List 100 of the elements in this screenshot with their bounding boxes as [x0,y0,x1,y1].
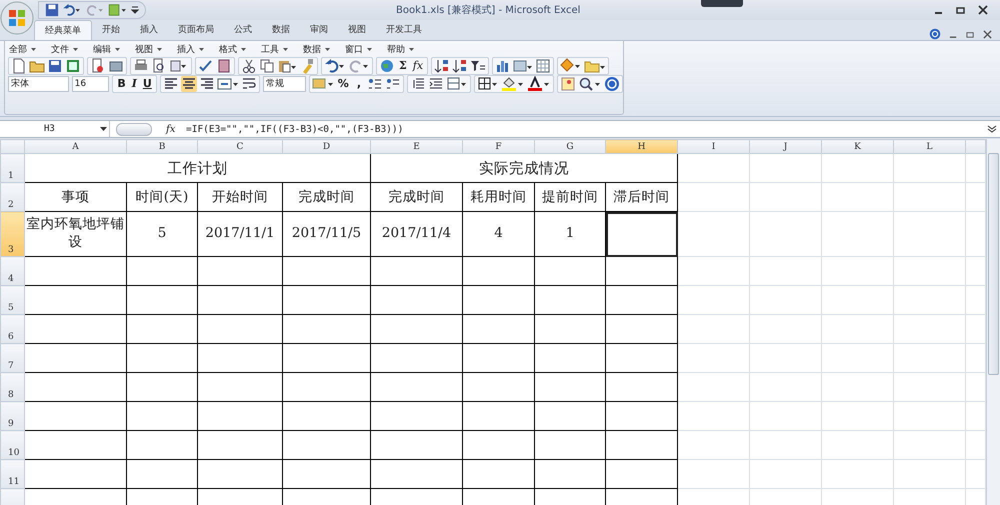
save-icon[interactable] [45,3,59,17]
close-icon[interactable] [983,30,992,38]
filter-icon[interactable] [470,58,486,74]
borders-icon[interactable] [477,76,499,92]
print-document-icon[interactable] [90,58,106,74]
column-header[interactable]: B [126,140,198,154]
new-document-icon[interactable] [11,58,27,74]
table-cell[interactable]: 开始时间 [198,182,282,212]
align-icon[interactable] [198,76,215,92]
table-cell[interactable]: 5 [126,212,198,256]
column-header[interactable]: C [198,140,282,154]
caret-icon[interactable] [73,48,78,50]
spell-check-icon[interactable] [198,58,214,74]
grid-icon[interactable] [535,58,552,74]
table-cell[interactable]: 提前时间 [534,182,606,212]
row-header[interactable]: 5 [0,286,24,314]
copy-icon[interactable] [259,58,275,74]
row-header[interactable]: 4 [0,256,24,286]
row-header[interactable]: 3 [0,212,24,256]
sort-ascending-icon[interactable] [434,58,450,74]
paste-icon[interactable] [277,58,297,74]
insert-function-button[interactable]: fx [410,59,426,73]
ribbon-tab[interactable]: 页面布局 [168,20,224,40]
restore-icon[interactable] [966,30,975,38]
picture-icon[interactable] [560,76,576,92]
table-cell[interactable]: 滞后时间 [606,182,678,212]
formula-field[interactable]: =IF(E3="","",IF((F3-B3)<0,"",(F3-B3))) [186,124,404,134]
caret-icon[interactable] [409,48,414,50]
active-cell[interactable] [606,212,678,256]
caret-icon[interactable] [157,48,162,50]
font-style-button[interactable]: I [130,77,139,91]
restore-icon[interactable] [956,5,966,15]
table-cell[interactable]: 2017/11/4 [370,212,462,256]
menu-item[interactable]: 文件 [51,42,69,56]
column-header[interactable]: J [750,140,822,154]
row-header[interactable]: 7 [0,344,24,372]
menu-item[interactable]: 工具 [261,42,279,56]
column-header[interactable]: G [534,140,606,154]
formula-bar-handle[interactable] [116,122,152,136]
row-header[interactable]: 9 [0,402,24,430]
column-header[interactable]: E [370,140,462,154]
insert-function-button[interactable]: fx [166,124,182,134]
number-format-dropdown[interactable]: 常规 [262,76,306,92]
vertical-scrollbar[interactable] [986,139,1000,505]
font-style-button[interactable]: B [115,77,128,91]
table-cell[interactable]: 4 [462,212,534,256]
table-cell[interactable]: 事项 [24,182,126,212]
menu-item[interactable]: 数据 [303,42,321,56]
undo-icon[interactable] [62,3,82,17]
column-header[interactable]: K [822,140,894,154]
redo-icon[interactable] [348,58,370,74]
table-cell[interactable]: 耗用时间 [462,182,534,212]
table-cell[interactable]: 2017/11/5 [282,212,370,256]
row-header[interactable]: 6 [0,314,24,344]
fill-color-icon[interactable] [501,76,525,92]
caret-icon[interactable] [115,48,120,50]
column-header[interactable]: I [678,140,750,154]
column-header[interactable]: A [24,140,126,154]
row-header[interactable]: 11 [0,460,24,488]
column-header[interactable]: D [282,140,370,154]
name-box[interactable]: H3 [0,121,110,137]
caret-icon[interactable] [283,48,288,50]
save-icon[interactable] [47,58,63,74]
office-button-icon[interactable] [0,1,34,35]
ribbon-tab[interactable]: 插入 [130,20,168,40]
row-header[interactable]: 10 [0,430,24,460]
ribbon-tab[interactable]: 经典菜单 [34,20,92,40]
caret-icon[interactable] [367,48,372,50]
table-cell[interactable]: 时间(天) [126,182,198,212]
column-header[interactable]: F [462,140,534,154]
font-color-icon[interactable] [527,76,551,92]
menu-item[interactable]: 编辑 [93,42,111,56]
table-cell[interactable]: 实际完成情况 [370,154,678,182]
help-icon[interactable] [929,28,941,40]
help-icon[interactable] [604,76,620,92]
caret-icon[interactable] [31,48,36,50]
menu-item[interactable]: 格式 [219,42,237,56]
cell-borders-icon[interactable] [446,76,468,92]
caret-icon[interactable] [325,48,330,50]
autosum-button[interactable]: Σ [397,59,409,73]
row-header[interactable]: 1 [0,154,24,182]
menu-item[interactable]: 插入 [177,42,195,56]
diamond-icon[interactable] [560,58,582,74]
table-cell[interactable]: 工作计划 [24,154,370,182]
caret-icon[interactable] [241,48,246,50]
expand-icon[interactable] [987,124,997,134]
ribbon-tab[interactable]: 视图 [338,20,376,40]
ribbon-tab[interactable]: 公式 [224,20,262,40]
zoom-icon[interactable] [578,76,602,92]
menu-item[interactable]: 窗口 [345,42,363,56]
table-cell[interactable]: 完成时间 [370,182,462,212]
row-header[interactable]: 2 [0,182,24,212]
table-cell[interactable]: 完成时间 [282,182,370,212]
ribbon-tab[interactable]: 开始 [92,20,130,40]
table-cell[interactable]: 1 [534,212,606,256]
font-size-dropdown[interactable]: 16 [72,76,110,92]
customize-arrow-icon[interactable] [131,6,139,14]
row-header[interactable]: 8 [0,372,24,402]
percent-button[interactable]: % [336,77,351,91]
menu-item[interactable]: 帮助 [387,42,405,56]
